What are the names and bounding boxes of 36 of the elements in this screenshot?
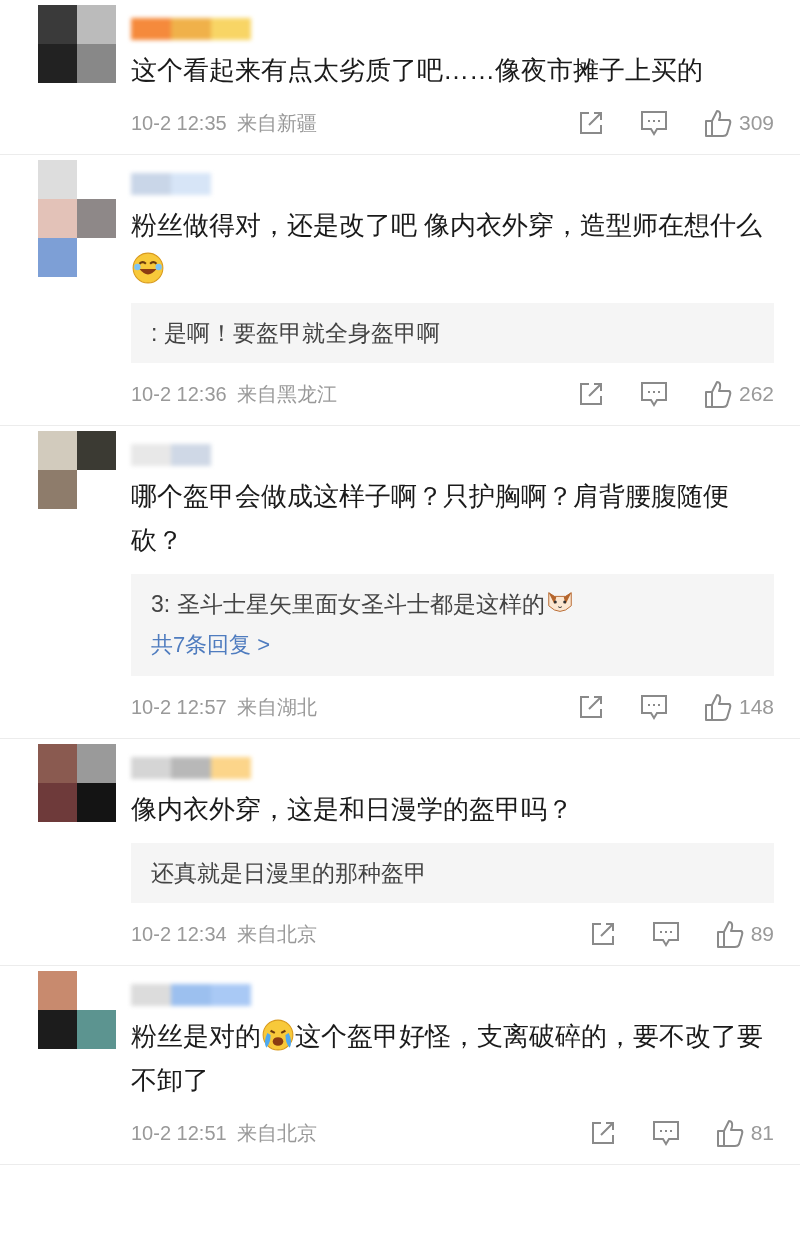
comment-icon[interactable] xyxy=(638,380,669,408)
reply-text: 还真就是日漫里的那种盔甲 xyxy=(151,859,428,888)
comment-text: 这个看起来有点太劣质了吧……像夜市摊子上买的 xyxy=(131,54,704,87)
like-count: 309 xyxy=(738,110,774,137)
comment-time: 10-2 12:35 xyxy=(131,111,227,136)
comment-text: 像内衣外穿，这是和日漫学的盔甲吗？ xyxy=(131,793,574,826)
like-count: 89 xyxy=(750,921,774,948)
comment-text: 粉丝是对的 这个盔甲好怪，支离破碎的，要不改了要不卸了 xyxy=(131,1014,774,1102)
more-replies-link[interactable]: 共7条回复 > xyxy=(151,624,271,666)
comment-location: 来自北京 xyxy=(236,922,317,947)
comment-icon[interactable] xyxy=(650,1119,681,1147)
comment-text: 粉丝做得对，还是改了吧 像内衣外穿，造型师在想什么 xyxy=(131,203,774,291)
comment-time: 10-2 12:34 xyxy=(131,922,227,947)
comment-time: 10-2 12:51 xyxy=(131,1121,227,1146)
comment-icon[interactable] xyxy=(638,693,669,721)
reply-text: : 是啊！要盔甲就全身盔甲啊 xyxy=(151,319,441,348)
comment-location: 来自新疆 xyxy=(236,111,317,136)
like-icon[interactable] xyxy=(702,692,733,722)
like-count: 148 xyxy=(738,694,774,721)
crying-face-icon xyxy=(261,1018,295,1052)
comment-location: 来自黑龙江 xyxy=(236,382,337,407)
laughing-face-icon xyxy=(131,251,165,285)
comment-time: 10-2 12:57 xyxy=(131,695,227,720)
comment-icon[interactable] xyxy=(650,920,681,948)
like-icon[interactable] xyxy=(702,108,733,138)
like-count: 262 xyxy=(738,381,774,408)
comment-time: 10-2 12:36 xyxy=(131,382,227,407)
like-icon[interactable] xyxy=(702,379,733,409)
comment-text: 哪个盔甲会做成这样子啊？只护胸啊？肩背腰腹随便砍？ xyxy=(131,480,730,557)
like-icon[interactable] xyxy=(714,1118,745,1148)
reply-text: 3: 圣斗士星矢里面女圣斗士都是这样的 xyxy=(151,584,754,624)
like-count: 81 xyxy=(750,1120,774,1147)
like-icon[interactable] xyxy=(714,919,745,949)
comment-icon[interactable] xyxy=(638,109,669,137)
comment-location: 来自湖北 xyxy=(236,695,317,720)
comment-location: 来自北京 xyxy=(236,1121,317,1146)
